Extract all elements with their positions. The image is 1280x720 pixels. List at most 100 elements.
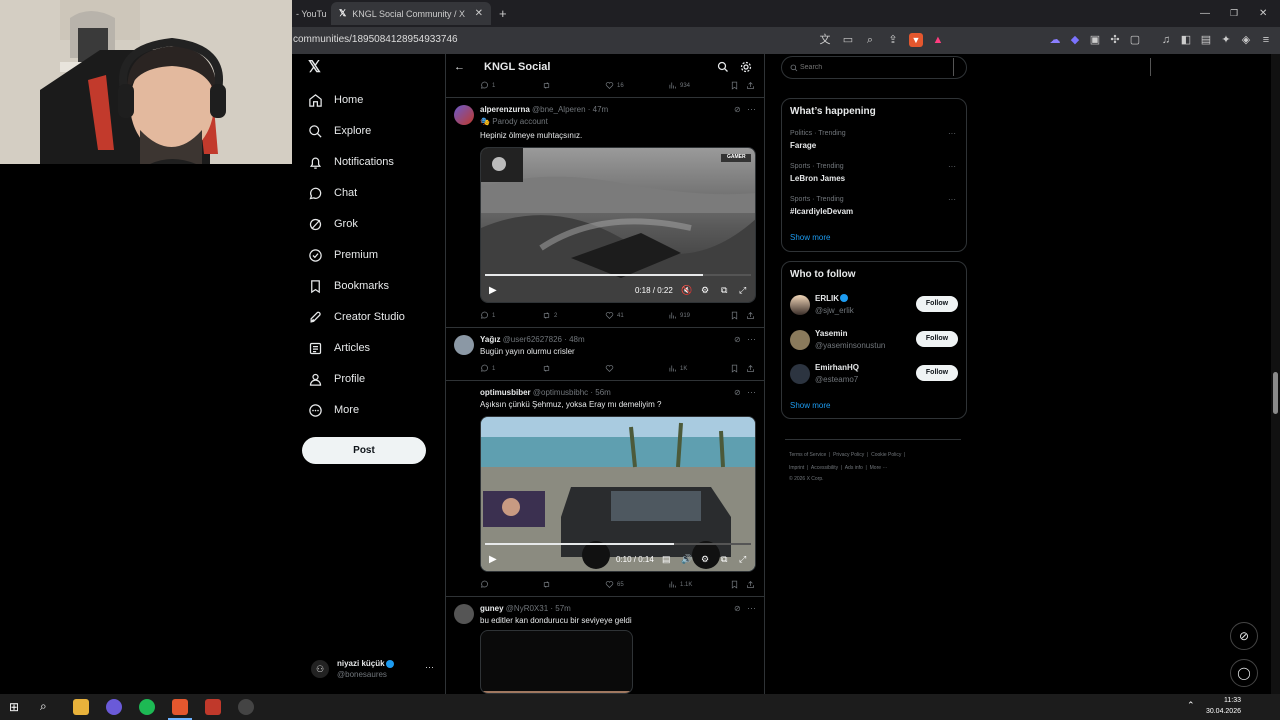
brave-rewards-icon[interactable]: ▲ — [931, 33, 945, 47]
footer-link[interactable]: Cookie Policy — [871, 452, 901, 458]
footer-link[interactable]: Ads info — [845, 465, 863, 471]
clock-date[interactable]: 30.04.2026 — [1196, 708, 1241, 715]
like-button[interactable]: 65 — [605, 580, 624, 589]
tweet-author[interactable]: alperenzurna @bne_Alperen · 47m — [480, 105, 608, 114]
retweet-button[interactable]: 2 — [542, 311, 557, 320]
screenshot-icon[interactable]: ▢ — [1128, 33, 1142, 47]
mute-icon[interactable]: 🔇 — [681, 285, 692, 296]
chat-floating-button[interactable]: ◯ — [1230, 659, 1258, 687]
share-icon[interactable]: ⇪ — [886, 33, 900, 47]
sidebar-icon[interactable]: ◧ — [1179, 33, 1193, 47]
brave-shields-icon[interactable]: ▼ — [909, 33, 923, 47]
nav-notifications[interactable]: Notifications — [308, 150, 394, 174]
fullscreen-icon[interactable]: ⤢ — [739, 554, 746, 565]
show-more-link[interactable]: Show more — [790, 401, 830, 410]
avatar[interactable] — [454, 604, 474, 624]
search-input[interactable] — [800, 61, 950, 74]
tweet-author[interactable]: optimusbiber @optimusbibhc · 56m — [480, 388, 611, 397]
retweet-button[interactable] — [542, 81, 554, 90]
nav-grok[interactable]: Grok — [308, 212, 358, 236]
play-icon[interactable]: ▶ — [489, 285, 497, 296]
views-button[interactable]: 1K — [668, 364, 687, 373]
new-tab-icon[interactable]: + — [499, 2, 507, 25]
more-dots-icon[interactable]: ··· — [948, 195, 956, 204]
follow-name[interactable]: Yasemin — [815, 329, 847, 338]
file-explorer-icon[interactable] — [73, 699, 89, 715]
nav-articles[interactable]: Articles — [308, 336, 370, 360]
search-icon[interactable]: ⌕ — [40, 699, 56, 715]
more-dots-icon[interactable]: ··· — [747, 387, 756, 397]
follow-button[interactable]: Follow — [916, 365, 958, 381]
fullscreen-icon[interactable]: ⤢ — [739, 285, 746, 296]
avatar[interactable] — [790, 330, 810, 350]
close-tab-icon[interactable]: ✕ — [475, 8, 483, 19]
trend-item[interactable]: Politics · Trending Farage ··· — [782, 127, 966, 157]
video-player[interactable]: GAMER ▶ 0:18 / 0:22 🔇 ⚙ ⧉ ⤢ — [480, 147, 756, 303]
windows-start-icon[interactable]: ⊞ — [9, 700, 23, 714]
trend-item[interactable]: Sports · Trending #IcardiyleDevam ··· — [782, 193, 966, 223]
url-input[interactable]: communities/1895084128954933746 — [293, 34, 458, 45]
reply-button[interactable]: 1 — [480, 81, 495, 90]
nav-explore[interactable]: Explore — [308, 119, 371, 143]
views-button[interactable]: 1.1K — [668, 580, 692, 589]
tweet-author[interactable]: Yağız @user62627826 · 48m — [480, 335, 585, 344]
translate-icon[interactable]: 文 — [818, 33, 832, 47]
play-icon[interactable]: ▶ — [489, 554, 497, 565]
share-button[interactable] — [746, 311, 758, 320]
music-icon[interactable]: ♫ — [1159, 33, 1173, 47]
search-box[interactable] — [781, 56, 967, 79]
extension-2-icon[interactable]: ◆ — [1068, 33, 1082, 47]
extension-3-icon[interactable]: ▣ — [1088, 33, 1102, 47]
gear-icon[interactable] — [740, 61, 752, 73]
bookmark-button[interactable] — [730, 580, 742, 589]
like-button[interactable] — [605, 364, 617, 373]
avatar[interactable] — [454, 335, 474, 355]
nav-creator-studio[interactable]: Creator Studio — [308, 305, 405, 329]
footer-link[interactable]: Accessibility — [811, 465, 838, 471]
grok-icon[interactable]: ⊘ — [734, 105, 741, 114]
close-window-icon[interactable]: ✕ — [1259, 2, 1267, 25]
cast-icon[interactable]: ▭ — [841, 33, 855, 47]
extension-1-icon[interactable]: ☁ — [1048, 33, 1062, 47]
post-button[interactable]: Post — [302, 437, 426, 464]
more-dots-icon[interactable]: ··· — [747, 334, 756, 344]
follow-button[interactable]: Follow — [916, 296, 958, 312]
obs-icon[interactable] — [238, 699, 254, 715]
retweet-button[interactable] — [542, 580, 554, 589]
scrollbar[interactable] — [1271, 54, 1280, 694]
grok-icon[interactable]: ⊘ — [734, 335, 741, 344]
chevron-up-icon[interactable]: ⌃ — [1187, 700, 1195, 711]
share-button[interactable] — [746, 81, 758, 90]
zoom-icon[interactable]: ⌕ — [863, 33, 877, 47]
more-dots-icon[interactable]: ··· — [425, 662, 434, 672]
video-thumbnail[interactable] — [480, 630, 633, 694]
more-dots-icon[interactable]: ··· — [948, 162, 956, 171]
grok-icon[interactable]: ⊘ — [734, 388, 741, 397]
nav-chat[interactable]: Chat — [308, 181, 357, 205]
more-dots-icon[interactable]: ··· — [948, 129, 956, 138]
search-icon[interactable] — [717, 61, 729, 73]
trend-item[interactable]: Sports · Trending LeBron James ··· — [782, 160, 966, 190]
reply-button[interactable]: 1 — [480, 364, 495, 373]
follow-name[interactable]: ERLIK — [815, 294, 839, 303]
like-button[interactable]: 41 — [605, 311, 624, 320]
bookmark-button[interactable] — [730, 364, 742, 373]
settings-icon[interactable]: ⚙ — [701, 554, 709, 565]
retweet-button[interactable] — [542, 364, 554, 373]
app-icon[interactable] — [205, 699, 221, 715]
follow-name[interactable]: EmirhanHQ — [815, 363, 859, 372]
account-switcher[interactable]: ⚇ niyazi küçük @bonesaures ··· — [303, 654, 437, 686]
vpn-icon[interactable]: ◈ — [1239, 33, 1253, 47]
bookmark-button[interactable] — [730, 81, 742, 90]
avatar[interactable] — [790, 295, 810, 315]
extensions-icon[interactable]: ✣ — [1108, 33, 1122, 47]
follow-button[interactable]: Follow — [916, 331, 958, 347]
grok-icon[interactable]: ⊘ — [734, 604, 741, 613]
reply-button[interactable]: 1 — [480, 311, 495, 320]
footer-link[interactable]: Terms of Service — [789, 452, 826, 458]
video-progress-track[interactable] — [485, 274, 751, 276]
video-progress-track[interactable] — [485, 543, 751, 545]
discord-icon[interactable] — [106, 699, 122, 715]
footer-link[interactable]: Imprint — [789, 465, 804, 471]
menu-icon[interactable]: ≡ — [1259, 33, 1273, 47]
